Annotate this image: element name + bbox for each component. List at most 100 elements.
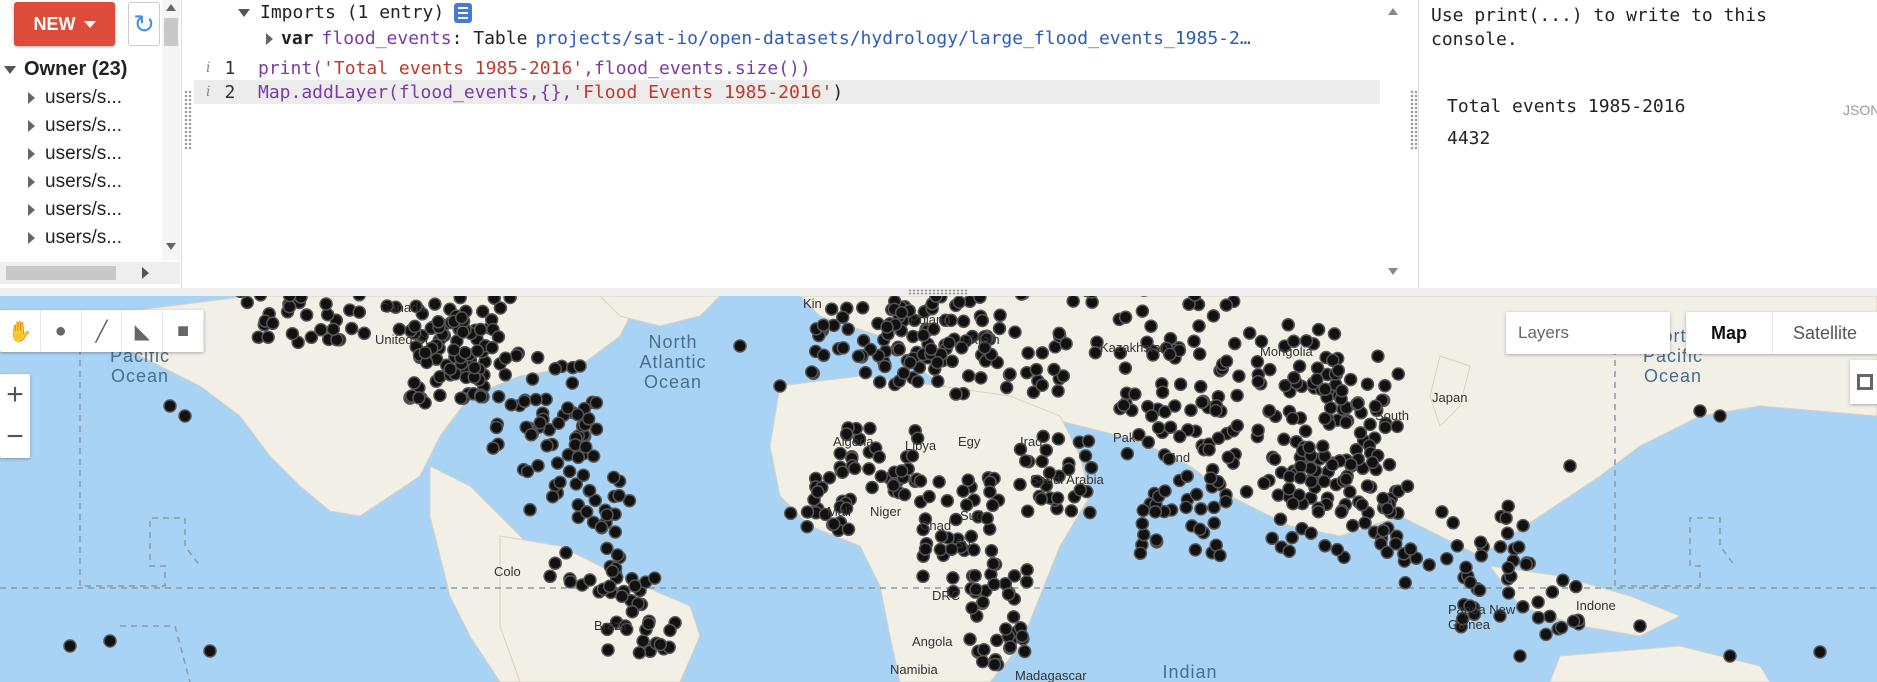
country-label: Poland bbox=[910, 312, 951, 327]
scroll-up-icon[interactable] bbox=[1388, 8, 1398, 15]
country-label: Papua New Guinea bbox=[1448, 602, 1516, 632]
flood-event-marker bbox=[1081, 434, 1096, 448]
flood-event-marker bbox=[579, 505, 594, 519]
code-line-active[interactable]: i2 Map.addLayer(flood_events,{}, 'Flood E… bbox=[194, 80, 1380, 104]
refresh-button[interactable]: ↻ bbox=[128, 2, 160, 46]
tree-item[interactable]: users/s... bbox=[28, 140, 162, 168]
map-splitter[interactable] bbox=[0, 288, 1877, 296]
rectangle-icon[interactable]: ■ bbox=[163, 310, 204, 352]
polygon-icon[interactable]: ◣ bbox=[122, 310, 164, 352]
flood-event-marker bbox=[1693, 404, 1707, 418]
flood-event-marker bbox=[976, 595, 990, 610]
flood-event-marker bbox=[443, 362, 457, 376]
flood-event-marker bbox=[601, 643, 615, 657]
zoom-out-button[interactable]: − bbox=[0, 416, 30, 458]
country-label: Colo bbox=[494, 564, 521, 579]
flood-event-marker bbox=[467, 360, 482, 375]
vertical-scrollbar[interactable] bbox=[162, 0, 180, 260]
drag-handle-icon[interactable] bbox=[908, 289, 968, 295]
flood-event-marker bbox=[1135, 516, 1150, 531]
map-type-map[interactable]: Map bbox=[1686, 312, 1772, 354]
panel-resize-handle[interactable] bbox=[184, 90, 192, 150]
horizontal-scrollbar[interactable] bbox=[0, 262, 180, 284]
panel-resize-handle[interactable] bbox=[1410, 90, 1418, 150]
flood-event-marker bbox=[1188, 296, 1202, 302]
flood-event-marker bbox=[1064, 504, 1079, 518]
code-line[interactable]: i1 print('Total events 1985-2016' ,flood_… bbox=[194, 56, 1380, 80]
country-label: Canada bbox=[380, 300, 426, 315]
zoom-in-button[interactable]: + bbox=[0, 374, 30, 416]
flood-event-marker bbox=[800, 505, 815, 519]
flood-event-marker bbox=[314, 322, 328, 337]
flood-event-marker bbox=[1378, 378, 1392, 393]
scroll-down-icon[interactable] bbox=[166, 243, 176, 250]
code-token: ) bbox=[832, 81, 844, 103]
flood-event-marker bbox=[1545, 585, 1560, 599]
marker-icon[interactable]: ● bbox=[41, 310, 82, 352]
flood-event-marker bbox=[1051, 384, 1065, 398]
south-america-land bbox=[499, 535, 701, 682]
flood-event-marker bbox=[945, 354, 959, 369]
flood-event-marker bbox=[1206, 309, 1221, 323]
flood-event-marker bbox=[916, 328, 931, 343]
flood-event-marker bbox=[1007, 569, 1022, 583]
tree-item[interactable]: users/s... bbox=[28, 224, 162, 252]
scroll-thumb[interactable] bbox=[6, 266, 116, 280]
flood-event-marker bbox=[916, 569, 930, 584]
flood-event-marker bbox=[835, 465, 850, 479]
import-variable-row[interactable]: var flood_events: Table projects/sat-io/… bbox=[266, 28, 1251, 49]
layers-button[interactable]: Layers bbox=[1506, 312, 1670, 354]
tree-item[interactable]: users/s... bbox=[28, 168, 162, 196]
flood-event-marker bbox=[1118, 310, 1133, 325]
flood-event-marker bbox=[1316, 439, 1330, 454]
line-icon[interactable]: ╱ bbox=[82, 310, 123, 352]
pan-hand-icon[interactable]: ✋ bbox=[0, 310, 41, 352]
flood-event-marker bbox=[1148, 505, 1163, 519]
script-tree: users/s... users/s... users/s... users/s… bbox=[28, 84, 162, 252]
flood-event-marker bbox=[824, 302, 839, 316]
fullscreen-button[interactable] bbox=[1850, 360, 1877, 404]
imports-section[interactable]: Imports (1 entry) bbox=[238, 2, 473, 23]
flood-event-marker bbox=[1339, 415, 1353, 430]
scroll-thumb[interactable] bbox=[164, 18, 178, 46]
flood-event-marker bbox=[835, 310, 850, 325]
flood-event-marker bbox=[773, 379, 787, 393]
map-view[interactable]: North Pacific Ocean North Atlantic Ocean… bbox=[0, 296, 1877, 682]
owner-folder[interactable]: Owner (23) bbox=[4, 58, 127, 81]
flood-event-marker bbox=[565, 376, 580, 390]
flood-event-marker bbox=[1219, 298, 1234, 312]
flood-event-marker bbox=[533, 416, 547, 430]
country-label: Mali bbox=[827, 504, 851, 519]
tree-item[interactable]: users/s... bbox=[28, 196, 162, 224]
document-icon[interactable] bbox=[454, 2, 473, 23]
flood-event-marker bbox=[1355, 498, 1369, 512]
json-button[interactable]: JSON bbox=[1843, 102, 1877, 118]
flood-event-marker bbox=[1556, 573, 1570, 588]
new-button[interactable]: NEW bbox=[14, 2, 115, 46]
new-button-label: NEW bbox=[33, 13, 76, 34]
flood-event-marker bbox=[863, 421, 877, 436]
asset-path[interactable]: projects/sat-io/open-datasets/hydrology/… bbox=[535, 28, 1250, 49]
flood-event-marker bbox=[1360, 479, 1375, 493]
flood-event-marker bbox=[956, 484, 970, 498]
flood-event-marker bbox=[1189, 487, 1204, 502]
map-type-satellite[interactable]: Satellite bbox=[1772, 312, 1877, 354]
flood-event-marker bbox=[1311, 504, 1326, 519]
flood-event-marker bbox=[1239, 485, 1254, 499]
tree-item[interactable]: users/s... bbox=[28, 84, 162, 112]
flood-event-marker bbox=[1440, 551, 1454, 566]
flood-event-marker bbox=[1194, 502, 1208, 516]
code-editor[interactable]: Imports (1 entry) var flood_events: Tabl… bbox=[194, 0, 1404, 288]
flood-event-marker bbox=[783, 506, 798, 521]
scroll-down-icon[interactable] bbox=[1388, 268, 1398, 275]
tree-item[interactable]: users/s... bbox=[28, 112, 162, 140]
scroll-right-icon[interactable] bbox=[142, 267, 149, 279]
flood-event-marker bbox=[1135, 304, 1150, 318]
caret-down-icon bbox=[83, 20, 96, 28]
flood-event-marker bbox=[559, 546, 573, 560]
flood-event-marker bbox=[1051, 432, 1066, 446]
editor-scrollbar[interactable] bbox=[1384, 0, 1402, 288]
scroll-up-icon[interactable] bbox=[166, 4, 176, 11]
flood-event-marker bbox=[1193, 379, 1208, 394]
flood-event-marker bbox=[1519, 557, 1533, 571]
